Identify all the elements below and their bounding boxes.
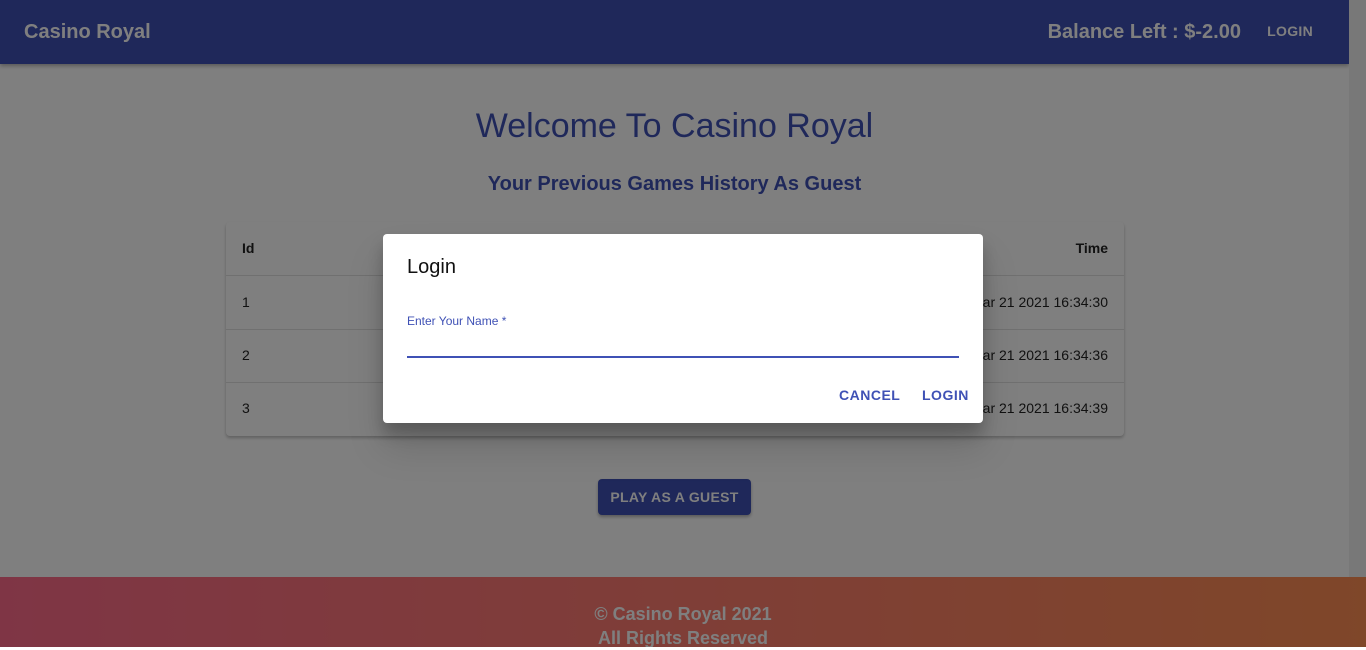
dialog-login-button[interactable]: LOGIN xyxy=(922,386,969,404)
name-field-label: Enter Your Name * xyxy=(407,314,507,328)
cancel-button[interactable]: CANCEL xyxy=(839,386,900,404)
dialog-title: Login xyxy=(407,256,456,278)
login-dialog: Login Enter Your Name * CANCEL LOGIN xyxy=(383,234,983,423)
name-input[interactable] xyxy=(407,332,959,358)
